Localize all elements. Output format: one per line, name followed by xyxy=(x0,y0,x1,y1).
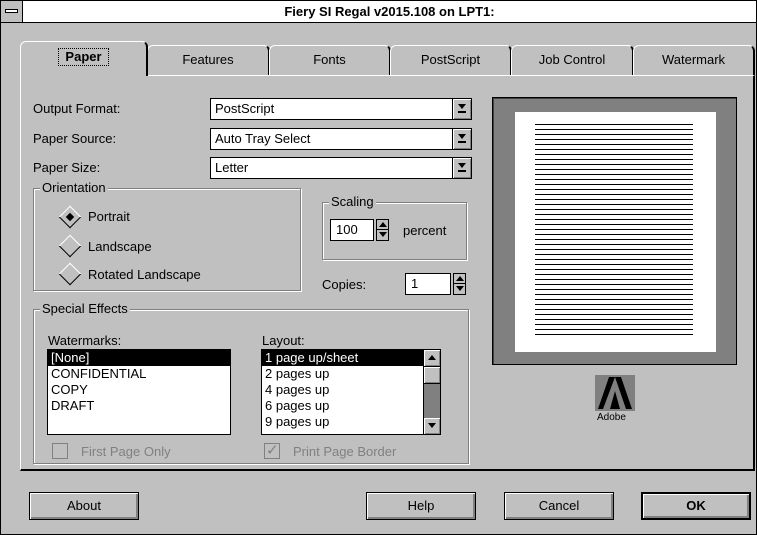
tab-job-control[interactable]: Job Control xyxy=(511,45,634,75)
paper-size-value: Letter xyxy=(215,160,249,175)
list-item[interactable]: 4 pages up xyxy=(262,382,440,398)
page-preview xyxy=(492,97,737,365)
first-page-only-label[interactable]: First Page Only xyxy=(81,444,171,460)
preview-page xyxy=(515,112,716,352)
output-format-label: Output Format: xyxy=(33,101,121,116)
scroll-down-icon[interactable] xyxy=(424,418,440,434)
help-button-label: Help xyxy=(407,498,435,513)
scroll-up-icon[interactable] xyxy=(424,350,440,366)
radio-portrait-label[interactable]: Portrait xyxy=(88,209,130,225)
paper-size-label: Paper Size: xyxy=(33,160,101,175)
ok-button-label: OK xyxy=(686,498,706,513)
dropdown-arrow-icon[interactable] xyxy=(452,129,471,149)
print-page-border-checkbox[interactable] xyxy=(264,441,280,459)
tab-paper[interactable]: Paper xyxy=(20,41,148,76)
list-item[interactable]: 1 page up/sheet xyxy=(262,350,440,366)
dropdown-arrow-icon[interactable] xyxy=(452,99,471,119)
layout-listbox[interactable]: 1 page up/sheet 2 pages up 4 pages up 6 … xyxy=(261,349,441,435)
tab-fonts[interactable]: Fonts xyxy=(269,45,391,75)
tab-features-label: Features xyxy=(182,52,234,67)
help-button[interactable]: Help xyxy=(366,492,476,520)
tab-watermark[interactable]: Watermark xyxy=(633,45,755,75)
watermarks-label: Watermarks: xyxy=(48,333,122,348)
copies-spinner[interactable]: 1 xyxy=(405,273,469,295)
orientation-group-label: Orientation xyxy=(40,180,108,196)
paper-size-dropdown[interactable]: Letter xyxy=(210,157,472,179)
tab-postscript[interactable]: PostScript xyxy=(390,45,512,75)
print-page-border-label[interactable]: Print Page Border xyxy=(293,444,396,460)
scroll-track[interactable] xyxy=(424,384,440,418)
layout-scrollbar[interactable] xyxy=(423,350,440,434)
printer-properties-dialog: Fiery SI Regal v2015.108 on LPT1: Paper … xyxy=(0,0,757,535)
output-format-dropdown[interactable]: PostScript xyxy=(210,98,472,120)
first-page-only-checkbox[interactable] xyxy=(52,443,68,459)
scaling-value[interactable]: 100 xyxy=(336,222,358,238)
system-menu-icon[interactable] xyxy=(1,1,23,22)
copies-value[interactable]: 1 xyxy=(411,276,418,292)
spin-arrows-icon[interactable] xyxy=(453,273,466,295)
tab-job-control-label: Job Control xyxy=(538,52,606,67)
spin-arrows-icon[interactable] xyxy=(376,219,389,241)
layout-label: Layout: xyxy=(262,333,305,348)
scroll-thumb[interactable] xyxy=(424,366,440,384)
adobe-logo-icon xyxy=(595,375,635,411)
watermarks-listbox[interactable]: [None] CONFIDENTIAL COPY DRAFT xyxy=(47,349,231,435)
list-item[interactable]: 2 pages up xyxy=(262,366,440,382)
dropdown-arrow-icon[interactable] xyxy=(452,158,471,178)
adobe-logo-text: Adobe xyxy=(597,412,626,423)
output-format-value: PostScript xyxy=(215,101,275,116)
tab-postscript-label: PostScript xyxy=(420,52,481,67)
scaling-unit: percent xyxy=(403,223,447,238)
tab-fonts-label: Fonts xyxy=(313,52,346,67)
list-item[interactable]: 9 pages up xyxy=(262,414,440,430)
window-title: Fiery SI Regal v2015.108 on LPT1: xyxy=(284,4,495,19)
scaling-spinner[interactable]: 100 xyxy=(330,219,389,241)
special-effects-group-label: Special Effects xyxy=(40,301,130,317)
cancel-button-label: Cancel xyxy=(538,498,580,513)
list-item[interactable]: 6 pages up xyxy=(262,398,440,414)
list-item[interactable]: [None] xyxy=(48,350,230,366)
about-button-label: About xyxy=(67,498,101,513)
cancel-button[interactable]: Cancel xyxy=(504,492,614,520)
copies-label: Copies: xyxy=(322,277,367,292)
tab-features[interactable]: Features xyxy=(147,45,270,75)
paper-source-dropdown[interactable]: Auto Tray Select xyxy=(210,128,472,150)
about-button[interactable]: About xyxy=(29,492,139,520)
paper-source-value: Auto Tray Select xyxy=(215,131,311,146)
list-item[interactable]: DRAFT xyxy=(48,398,230,414)
radio-rotated-landscape-label[interactable]: Rotated Landscape xyxy=(88,267,201,283)
list-item[interactable]: CONFIDENTIAL xyxy=(48,366,230,382)
tab-watermark-label: Watermark xyxy=(661,52,726,67)
tab-paper-label: Paper xyxy=(58,48,109,66)
ok-button[interactable]: OK xyxy=(641,492,751,520)
title-bar: Fiery SI Regal v2015.108 on LPT1: xyxy=(1,1,756,23)
radio-landscape-label[interactable]: Landscape xyxy=(88,239,152,255)
paper-source-label: Paper Source: xyxy=(33,131,117,146)
scaling-group-label: Scaling xyxy=(329,194,376,210)
list-item[interactable]: COPY xyxy=(48,382,230,398)
